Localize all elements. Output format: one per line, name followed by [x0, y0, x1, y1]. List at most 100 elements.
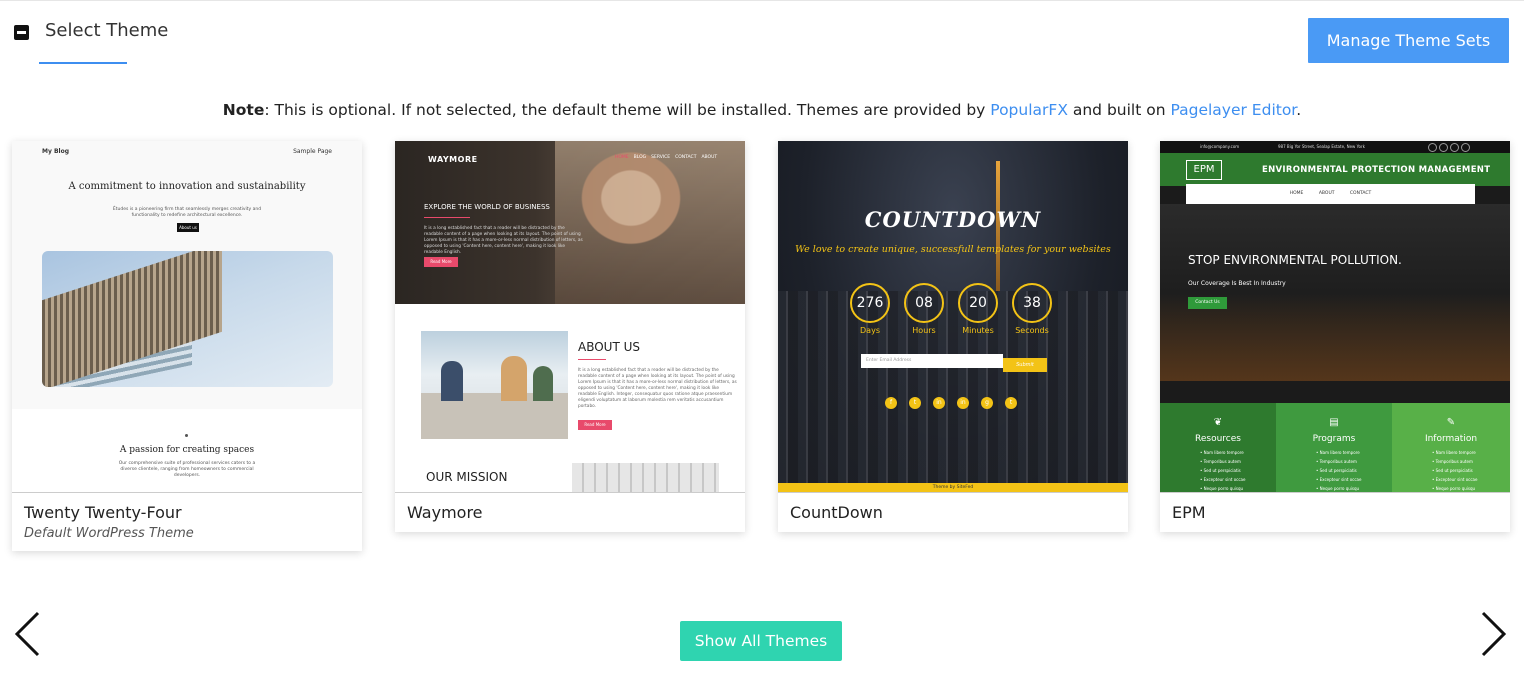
column-item: • Nam libero tempore: [1316, 450, 1360, 455]
preview-about-button: Read More: [578, 420, 612, 430]
theme-card-waymore[interactable]: WAYMORE HOME BLOG SERVICE CONTACT ABOUT EXPL…: [395, 141, 745, 532]
title-underline: [39, 62, 127, 64]
preview-headline: A commitment to innovation and sustainab…: [68, 181, 306, 192]
collapse-icon[interactable]: [14, 25, 29, 40]
popularfx-link[interactable]: PopularFX: [990, 101, 1068, 119]
preview-title: ENVIRONMENTAL PROTECTION MANAGEMENT: [1262, 165, 1491, 175]
building-image: [42, 251, 333, 387]
theme-caption: Twenty Twenty-Four Default WordPress The…: [12, 492, 362, 551]
column-item: • Neque porro quisqu: [1316, 486, 1360, 491]
edit-icon: ✎: [1446, 417, 1456, 428]
counter-days: 276: [850, 283, 890, 323]
preview-topbar: info@company.com 987 Big Yor Street, Sea…: [1160, 141, 1510, 153]
counter-hours: 08: [904, 283, 944, 323]
preview-title: COUNTDOWN: [864, 207, 1042, 232]
column-title: Programs: [1312, 434, 1356, 444]
theme-preview[interactable]: WAYMORE HOME BLOG SERVICE CONTACT ABOUT EXPL…: [395, 141, 745, 492]
theme-name: Twenty Twenty-Four: [24, 503, 182, 522]
mission-image: [572, 463, 719, 492]
counter-minutes: 20: [958, 283, 998, 323]
note-text-1: : This is optional. If not selected, the…: [264, 101, 991, 119]
theme-caption: Waymore: [395, 492, 745, 532]
column-item: • Sed ut perspiciatis: [1316, 468, 1357, 473]
preview-address: 987 Big Yor Street, Sealap Estate, New Y…: [1278, 144, 1365, 149]
preview-text: Études is a pioneering firm that seamles…: [112, 207, 262, 218]
column-item: • Sed ut perspiciatis: [1432, 468, 1473, 473]
preview-tagline: We love to create unique, successfull te…: [795, 244, 1111, 255]
chevron-left-icon[interactable]: [8, 608, 48, 660]
preview-about-text: It is a long established fact that a rea…: [578, 368, 737, 409]
theme-card-epm[interactable]: info@company.com 987 Big Yor Street, Sea…: [1160, 141, 1510, 532]
preview-footer: Theme by SiteFed: [778, 483, 1128, 492]
show-all-themes-button[interactable]: Show All Themes: [680, 621, 842, 661]
header: Select Theme Manage Theme Sets: [0, 0, 1524, 80]
preview-nav-item: ABOUT: [701, 155, 718, 160]
note-label: Note: [222, 101, 265, 119]
social-icon: g: [981, 397, 993, 409]
column-list: • Nam libero tempore • Temporibus autem …: [1276, 448, 1392, 492]
preview-about-divider: [578, 359, 606, 360]
preview-site-title: My Blog: [42, 148, 70, 155]
preview-dot: [185, 434, 188, 437]
preview-nav-item: CONTACT: [675, 155, 697, 160]
column-item: • Sed ut perspiciatis: [1200, 468, 1241, 473]
theme-name: CountDown: [790, 503, 883, 522]
social-icon: f: [885, 397, 897, 409]
preview-logo: WAYMORE: [428, 155, 478, 164]
office-image: [421, 331, 568, 439]
counter-label: Hours: [912, 326, 936, 335]
preview-nav-item: SERVICE: [651, 155, 671, 160]
chevron-right-icon[interactable]: [1474, 608, 1514, 660]
preview-about-title: ABOUT US: [578, 340, 641, 354]
column-item: • Excepteur sint occae: [1200, 477, 1246, 482]
preview-hero-text: It is a long established fact that a rea…: [424, 226, 583, 255]
counter-label: Seconds: [1015, 326, 1049, 335]
preview-column: ❦ Resources • Nam libero tempore • Tempo…: [1160, 403, 1276, 492]
column-item: • Temporibus autem: [1432, 459, 1473, 464]
preview-email: info@company.com: [1200, 144, 1240, 149]
column-list: • Nam libero tempore • Temporibus autem …: [1160, 448, 1276, 492]
preview-text-2: Our comprehensive suite of professional …: [118, 461, 256, 478]
column-item: • Nam libero tempore: [1200, 450, 1244, 455]
preview-button: About us: [177, 223, 199, 232]
preview-nav: HOME BLOG SERVICE CONTACT ABOUT: [615, 155, 722, 160]
theme-preview[interactable]: COUNTDOWN We love to create unique, succ…: [778, 141, 1128, 492]
manage-theme-sets-button[interactable]: Manage Theme Sets: [1308, 18, 1509, 63]
city-background: [778, 291, 1128, 486]
preview-mission-title: OUR MISSION: [426, 470, 508, 484]
column-item: • Nam libero tempore: [1432, 450, 1476, 455]
counter-seconds: 38: [1012, 283, 1052, 323]
column-item: • Neque porro quisqu: [1200, 486, 1244, 491]
preview-column: ✎ Information • Nam libero tempore • Tem…: [1392, 403, 1510, 492]
preview-hero: [395, 141, 745, 304]
preview-hero-button: Contact Us: [1188, 297, 1227, 309]
preview-nav-item: BLOG: [633, 155, 647, 160]
preview-hero-button: Read More: [424, 257, 458, 267]
column-item: • Excepteur sint occae: [1316, 477, 1362, 482]
theme-card-twenty-twenty-four[interactable]: My Blog Sample Page A commitment to inno…: [12, 141, 362, 551]
preview-nav-item: HOME: [615, 155, 629, 160]
preview-logo: EPM: [1186, 160, 1222, 180]
social-icon: t: [909, 397, 921, 409]
theme-preview[interactable]: My Blog Sample Page A commitment to inno…: [12, 141, 362, 492]
leaf-icon: ❦: [1213, 417, 1223, 428]
preview-nav: HOME ABOUT CONTACT: [1186, 184, 1475, 204]
list-icon: ▤: [1329, 417, 1339, 428]
theme-caption: CountDown: [778, 492, 1128, 532]
theme-name: EPM: [1172, 503, 1206, 522]
social-icon: t: [1005, 397, 1017, 409]
theme-subtitle: Default WordPress Theme: [24, 526, 194, 541]
column-item: • Temporibus autem: [1200, 459, 1241, 464]
counter-label: Days: [860, 326, 880, 335]
preview-header: My Blog Sample Page: [12, 141, 362, 163]
theme-preview[interactable]: info@company.com 987 Big Yor Street, Sea…: [1160, 141, 1510, 492]
column-title: Information: [1424, 434, 1478, 444]
column-item: • Temporibus autem: [1316, 459, 1357, 464]
preview-hero: [1160, 204, 1510, 381]
preview-hero-title: EXPLORE THE WORLD OF BUSINESS: [424, 203, 550, 211]
pagelayer-link[interactable]: Pagelayer Editor: [1170, 101, 1296, 119]
theme-card-countdown[interactable]: COUNTDOWN We love to create unique, succ…: [778, 141, 1128, 532]
note-text-3: .: [1296, 101, 1302, 119]
preview-hero-sub: Our Coverage Is Best In Industry: [1188, 280, 1286, 287]
preview-divider: [424, 217, 470, 218]
